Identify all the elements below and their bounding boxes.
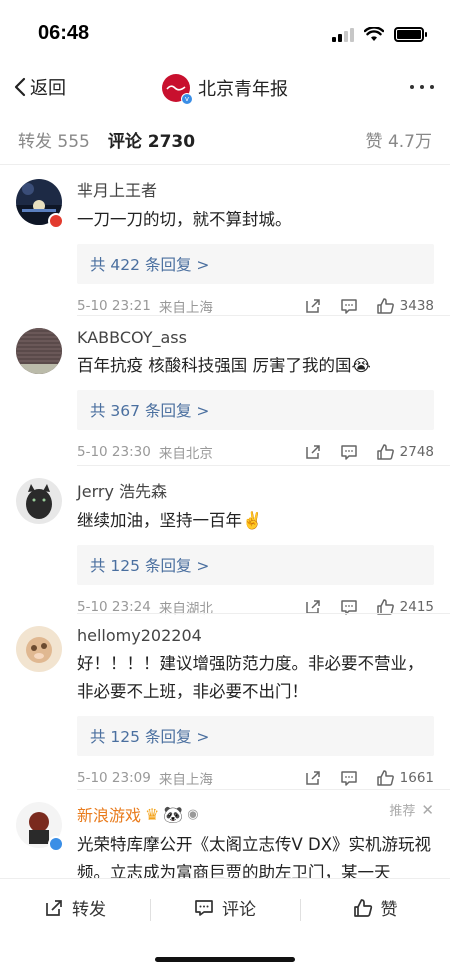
thumbs-up-icon xyxy=(376,298,394,314)
like-button[interactable]: 1661 xyxy=(376,769,434,787)
tab-repost[interactable]: 转发 555 xyxy=(18,127,90,152)
comment-username[interactable]: KABBCOY_ass xyxy=(77,316,434,347)
like-label: 赞 xyxy=(380,900,398,920)
replies-link[interactable]: 共 125 条回复 > xyxy=(77,716,434,756)
comment-text: 百年抗疫 核酸科技强国 厉害了我的国😭 xyxy=(77,356,371,375)
chevron-left-icon xyxy=(14,77,26,97)
comment-item: hellomy202204 好！！！！建议增强防范力度。非必要不营业，非必要不上… xyxy=(0,614,450,790)
crown-icon: ♛ xyxy=(145,804,160,824)
thumbs-up-icon xyxy=(376,770,394,786)
account-avatar: v xyxy=(162,73,193,105)
comment-time: 5-10 23:09 xyxy=(77,770,151,786)
avatar[interactable] xyxy=(16,478,62,524)
share-icon xyxy=(46,899,62,916)
comment-list: 芈月上王者 一刀一刀的切，就不算封城。 共 422 条回复 > 5-10 23:… xyxy=(0,165,450,882)
home-indicator[interactable] xyxy=(155,957,295,962)
comment-username[interactable]: 新浪游戏 ♛ 🐼 ◉ xyxy=(77,790,434,826)
wifi-icon xyxy=(364,26,384,41)
username-text: 新浪游戏 xyxy=(77,806,142,825)
comment-item: 芈月上王者 一刀一刀的切，就不算封城。 共 422 条回复 > 5-10 23:… xyxy=(0,165,450,316)
recommend-label: 推荐 xyxy=(389,804,416,819)
back-button[interactable]: 返回 xyxy=(14,74,66,100)
comment-icon xyxy=(195,899,213,916)
signal-icon xyxy=(332,26,354,42)
comment-item-recommended: 新浪游戏 ♛ 🐼 ◉ 推荐 ✕ 光荣特库摩公开《太阁立志传V DX》实机游玩视频… xyxy=(0,790,450,882)
comment-username[interactable]: Jerry 浩先森 xyxy=(77,466,434,502)
comment-username[interactable]: 芈月上王者 xyxy=(77,165,434,201)
avatar[interactable] xyxy=(16,626,62,672)
replies-link[interactable]: 共 367 条回复 > xyxy=(77,390,434,430)
comment-button[interactable]: 评论 xyxy=(150,895,300,921)
tab-like[interactable]: 赞 4.7万 xyxy=(366,127,432,152)
verified-icon: v xyxy=(181,92,193,105)
logo-icon xyxy=(166,84,186,91)
bottom-action-bar: 转发 评论 赞 xyxy=(0,878,450,936)
badge-icon: ◉ xyxy=(187,806,199,822)
comment-label: 评论 xyxy=(222,900,256,920)
status-bar: 06:48 xyxy=(0,0,450,60)
battery-icon xyxy=(394,26,427,42)
comment-time: 5-10 23:21 xyxy=(77,298,151,314)
avatar[interactable] xyxy=(16,328,62,374)
comment-item: Jerry 浩先森 继续加油，坚持一百年✌️ 共 125 条回复 > 5-10 … xyxy=(0,466,450,617)
share-icon[interactable] xyxy=(304,769,322,787)
like-count: 1661 xyxy=(399,770,434,786)
replies-link[interactable]: 共 125 条回复 > xyxy=(77,545,434,585)
like-button[interactable]: 赞 xyxy=(300,895,450,921)
comment-location: 来自上海 xyxy=(158,772,213,788)
share-icon[interactable] xyxy=(304,443,322,461)
member-badge-icon xyxy=(48,213,64,229)
comment-text: 一刀一刀的切，就不算封城。 xyxy=(77,210,292,229)
more-button[interactable] xyxy=(410,85,434,89)
account-title[interactable]: v 北京青年报 xyxy=(162,73,288,105)
comment-text: 继续加油，坚持一百年✌️ xyxy=(77,511,263,530)
comment-time: 5-10 23:30 xyxy=(77,444,151,460)
verified-icon xyxy=(48,836,64,852)
like-button[interactable]: 3438 xyxy=(376,297,434,315)
close-icon[interactable]: ✕ xyxy=(421,801,434,819)
nav-bar: 返回 v 北京青年报 xyxy=(0,60,450,115)
comment-text: 好！！！！建议增强防范力度。非必要不营业，非必要不上班，非必要不出门！ xyxy=(77,654,424,701)
like-count: 3438 xyxy=(399,298,434,314)
comment-username[interactable]: hellomy202204 xyxy=(77,614,434,645)
comment-icon[interactable] xyxy=(340,769,358,787)
recommend-tag: 推荐 ✕ xyxy=(389,800,434,820)
share-icon[interactable] xyxy=(304,297,322,315)
comment-icon[interactable] xyxy=(340,443,358,461)
thumbs-up-icon xyxy=(353,898,372,917)
page-title: 北京青年报 xyxy=(198,78,288,100)
thumbs-up-icon xyxy=(376,444,394,460)
comment-item: KABBCOY_ass 百年抗疫 核酸科技强国 厉害了我的国😭 共 367 条回… xyxy=(0,316,450,466)
repost-label: 转发 xyxy=(72,900,106,920)
comment-location: 来自北京 xyxy=(158,446,213,462)
repost-button[interactable]: 转发 xyxy=(0,895,150,920)
back-label: 返回 xyxy=(30,78,66,99)
comment-icon[interactable] xyxy=(340,297,358,315)
replies-link[interactable]: 共 422 条回复 > xyxy=(77,244,434,284)
tab-comment[interactable]: 评论 2730 xyxy=(108,127,195,152)
panda-icon: 🐼 xyxy=(163,804,184,824)
status-icons xyxy=(332,26,427,42)
tab-bar: 转发 555 评论 2730 赞 4.7万 xyxy=(0,115,450,165)
like-count: 2748 xyxy=(399,444,434,460)
like-button[interactable]: 2748 xyxy=(376,443,434,461)
comment-location: 来自上海 xyxy=(158,300,213,316)
status-time: 06:48 xyxy=(38,22,90,44)
